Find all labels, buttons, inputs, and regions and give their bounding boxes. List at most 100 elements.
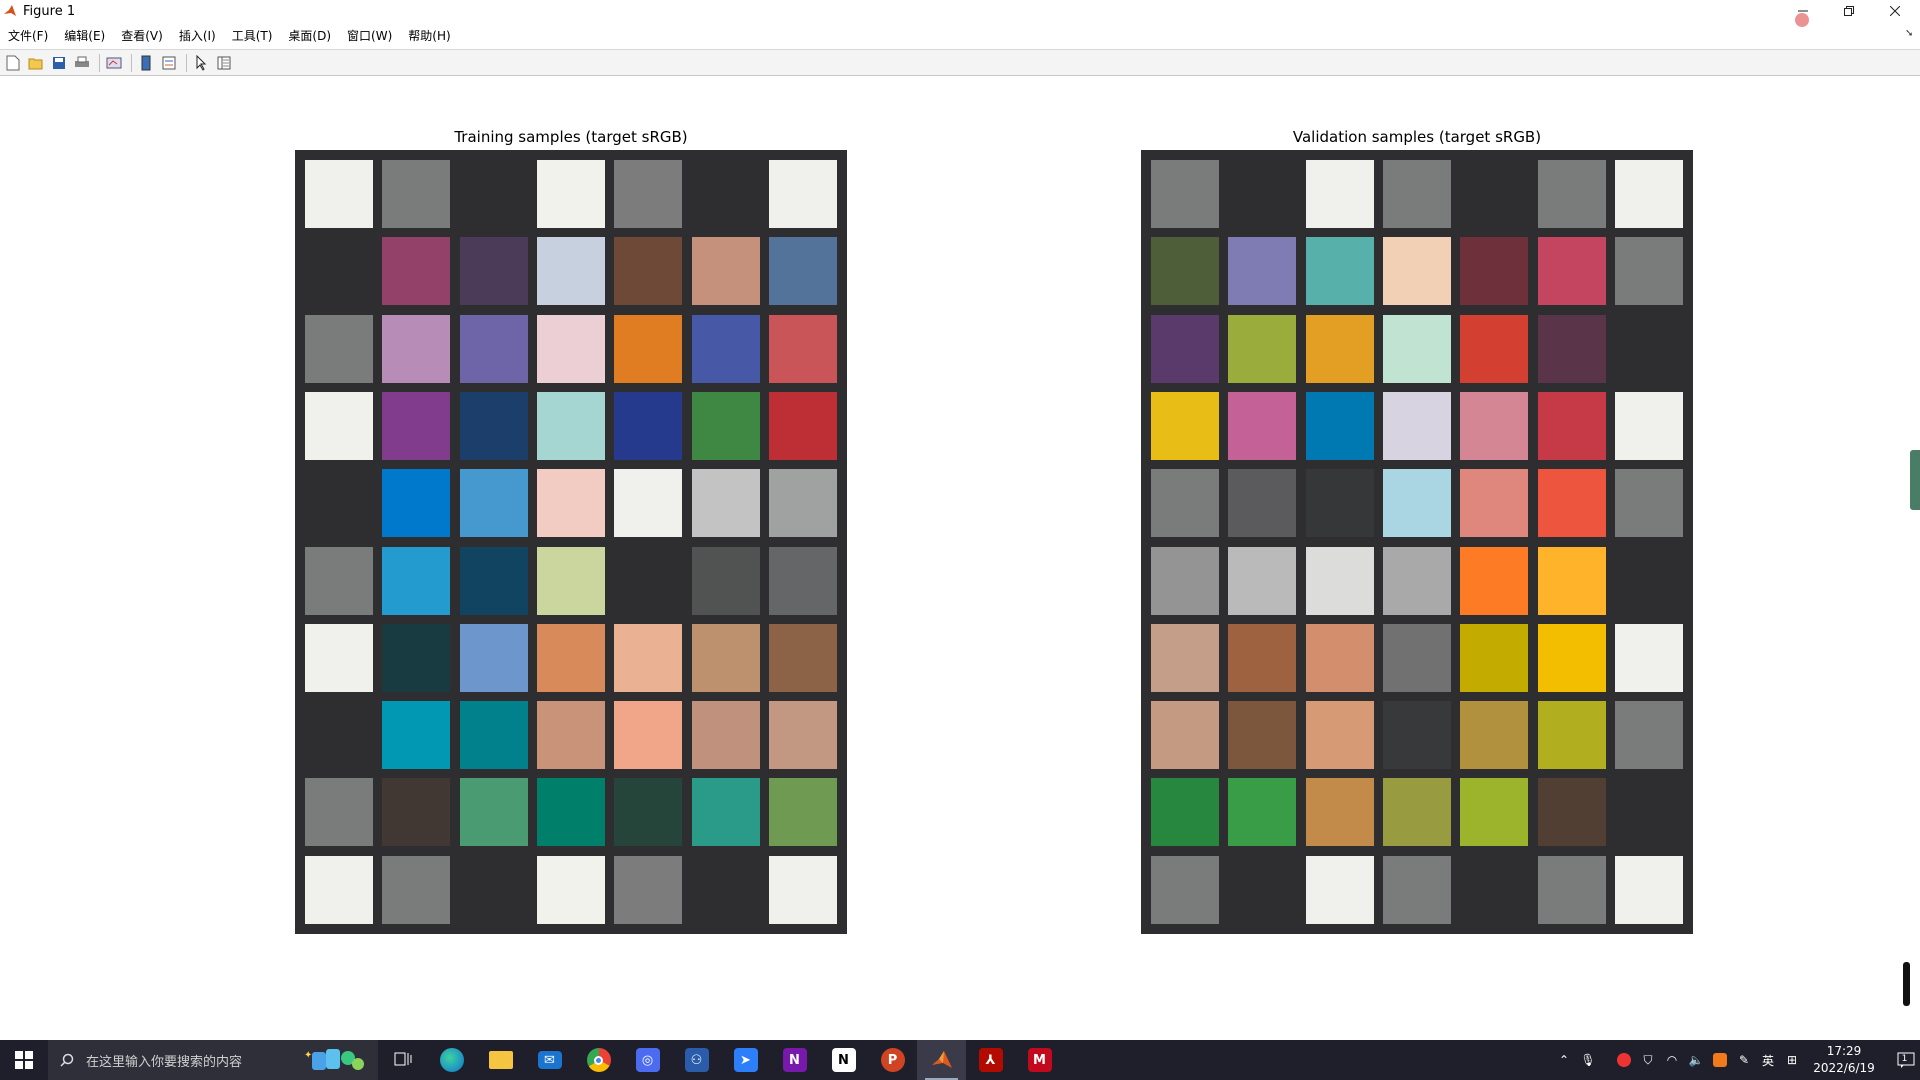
training-color-patch	[691, 546, 760, 615]
validation-color-patch	[1460, 855, 1529, 924]
powerpoint-app[interactable]: P	[868, 1040, 917, 1080]
taskbar: 在这里输入你要搜索的内容 ✦ ✉ ◎ ⚇ ➤ N N P ⅄ M ⌃ 🎙 ⛉ ◠…	[0, 1040, 1920, 1080]
training-color-patch	[305, 546, 373, 615]
validation-color-patch	[1151, 855, 1219, 924]
validation-color-patch	[1151, 546, 1219, 615]
start-button[interactable]	[0, 1040, 48, 1080]
dock-arrow-icon[interactable]: ➘	[1905, 28, 1913, 39]
shield-icon[interactable]: ⛉	[1636, 1040, 1660, 1080]
app-button[interactable]: ⚇	[672, 1040, 721, 1080]
notion-app[interactable]: N	[819, 1040, 868, 1080]
validation-color-patch	[1614, 623, 1683, 692]
validation-color-patch	[1305, 701, 1374, 770]
microphone-icon[interactable]: 🎙	[1576, 1040, 1600, 1080]
training-axes-title: Training samples (target sRGB)	[454, 128, 688, 146]
validation-color-patch	[1537, 237, 1606, 306]
taskbar-search[interactable]: 在这里输入你要搜索的内容 ✦	[48, 1040, 378, 1080]
training-color-patch	[536, 314, 605, 383]
acrobat-app[interactable]: ⅄	[966, 1040, 1015, 1080]
file-explorer-app[interactable]	[476, 1040, 525, 1080]
legend-button[interactable]	[159, 53, 179, 73]
wifi-icon[interactable]: ◠	[1660, 1040, 1684, 1080]
menu-view[interactable]: 查看(V)	[113, 27, 171, 44]
edit-plot-button[interactable]	[191, 53, 211, 73]
sogou-icon[interactable]	[1708, 1040, 1732, 1080]
chrome-app[interactable]	[574, 1040, 623, 1080]
tray-overflow-icon[interactable]: ⌃	[1552, 1040, 1576, 1080]
training-color-patch	[459, 391, 528, 460]
task-view-button[interactable]	[378, 1040, 427, 1080]
menu-help[interactable]: 帮助(H)	[400, 27, 458, 44]
property-inspector-button[interactable]	[214, 53, 234, 73]
figure-toolbar	[0, 49, 1920, 76]
side-dock-tab[interactable]	[1910, 450, 1920, 510]
validation-color-patch	[1460, 237, 1529, 306]
colorbar-button[interactable]	[136, 53, 156, 73]
validation-color-patch	[1537, 314, 1606, 383]
training-color-patch	[691, 237, 760, 306]
mendeley-app[interactable]: M	[1015, 1040, 1064, 1080]
training-color-patch	[382, 855, 451, 924]
training-color-patch	[614, 855, 683, 924]
validation-color-patch	[1228, 237, 1297, 306]
open-button[interactable]	[26, 53, 46, 73]
training-color-patch	[459, 237, 528, 306]
search-highlight-icon: ✦	[304, 1049, 364, 1070]
onenote-icon: N	[782, 1048, 807, 1072]
validation-color-patch	[1614, 160, 1683, 228]
validation-color-patch	[1537, 623, 1606, 692]
menu-desktop[interactable]: 桌面(D)	[280, 27, 339, 44]
ime-mode-icon[interactable]: ⊞	[1780, 1040, 1804, 1080]
search-icon	[60, 1053, 74, 1067]
feishu-app[interactable]: ➤	[721, 1040, 770, 1080]
notification-center-button[interactable]: 1	[1884, 1052, 1920, 1068]
training-color-patch	[614, 391, 683, 460]
training-color-patch	[305, 701, 373, 770]
training-color-patch	[768, 469, 837, 538]
validation-color-patch	[1305, 855, 1374, 924]
window-title: Figure 1	[23, 3, 76, 19]
tray-app-icon[interactable]	[1600, 1040, 1612, 1080]
volume-icon[interactable]: 🔈	[1684, 1040, 1708, 1080]
menu-file[interactable]: 文件(F)	[0, 27, 56, 44]
validation-color-patch	[1537, 701, 1606, 770]
menu-insert[interactable]: 插入(I)	[171, 27, 224, 44]
new-figure-button[interactable]	[3, 53, 23, 73]
validation-color-patch	[1614, 855, 1683, 924]
link-plot-button[interactable]	[104, 53, 124, 73]
menu-window[interactable]: 窗口(W)	[339, 27, 400, 44]
training-color-patch	[536, 237, 605, 306]
security-icon[interactable]	[1612, 1040, 1636, 1080]
clock[interactable]: 17:29 2022/6/19	[1804, 1043, 1884, 1077]
scroll-indicator[interactable]	[1903, 962, 1910, 1006]
restore-button[interactable]	[1826, 0, 1872, 22]
taskbar-apps: ✉ ◎ ⚇ ➤ N N P ⅄ M	[378, 1040, 1064, 1080]
validation-color-patch	[1228, 314, 1297, 383]
screen-capture-app[interactable]: ◎	[623, 1040, 672, 1080]
validation-color-patch	[1151, 314, 1219, 383]
onenote-app[interactable]: N	[770, 1040, 819, 1080]
matlab-app[interactable]	[917, 1040, 966, 1080]
validation-color-patch	[1460, 623, 1529, 692]
validation-color-patch	[1382, 855, 1451, 924]
training-color-patch	[536, 469, 605, 538]
validation-color-patch	[1614, 701, 1683, 770]
training-color-patch	[768, 778, 837, 847]
print-button[interactable]	[72, 53, 92, 73]
mail-app[interactable]: ✉	[525, 1040, 574, 1080]
ime-language-indicator[interactable]: 英	[1756, 1040, 1780, 1080]
training-color-patch	[768, 237, 837, 306]
validation-color-patch	[1382, 237, 1451, 306]
save-button[interactable]	[49, 53, 69, 73]
screen-capture-icon: ◎	[635, 1048, 660, 1072]
menu-edit[interactable]: 编辑(E)	[56, 27, 113, 44]
close-button[interactable]	[1872, 0, 1918, 22]
pen-icon[interactable]: ✎	[1732, 1040, 1756, 1080]
property-inspector-icon	[217, 56, 231, 69]
training-color-patch	[691, 314, 760, 383]
validation-color-patch	[1382, 623, 1451, 692]
menu-tools[interactable]: 工具(T)	[224, 27, 281, 44]
edge-app[interactable]	[427, 1040, 476, 1080]
training-color-patch	[691, 160, 760, 228]
validation-color-patch	[1305, 391, 1374, 460]
